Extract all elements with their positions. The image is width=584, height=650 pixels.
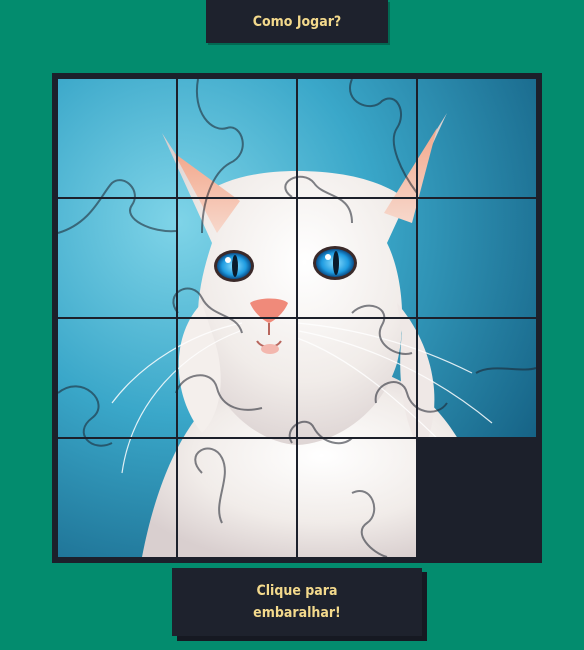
puzzle-tile[interactable] [297,318,417,438]
puzzle-board [52,73,542,563]
puzzle-tile[interactable] [417,79,536,198]
puzzle-tile[interactable] [58,318,177,438]
puzzle-tile[interactable] [177,438,297,557]
puzzle-tile[interactable] [58,438,177,557]
puzzle-tile[interactable] [297,79,417,198]
puzzle-tile[interactable] [297,198,417,318]
puzzle-tile[interactable] [297,438,417,557]
how-to-play-button[interactable]: Como Jogar? [206,0,388,43]
empty-tile-slot [417,438,536,557]
puzzle-tile[interactable] [177,198,297,318]
puzzle-tile[interactable] [417,198,536,318]
puzzle-svg [57,78,537,558]
puzzle-tile[interactable] [58,198,177,318]
shuffle-button[interactable]: Clique para embaralhar! [172,568,422,636]
puzzle-tile[interactable] [177,318,297,438]
puzzle-tile[interactable] [417,318,536,438]
shuffle-button-label: Clique para embaralhar! [253,583,341,621]
puzzle-tile[interactable] [58,79,177,198]
puzzle-tile[interactable] [177,79,297,198]
